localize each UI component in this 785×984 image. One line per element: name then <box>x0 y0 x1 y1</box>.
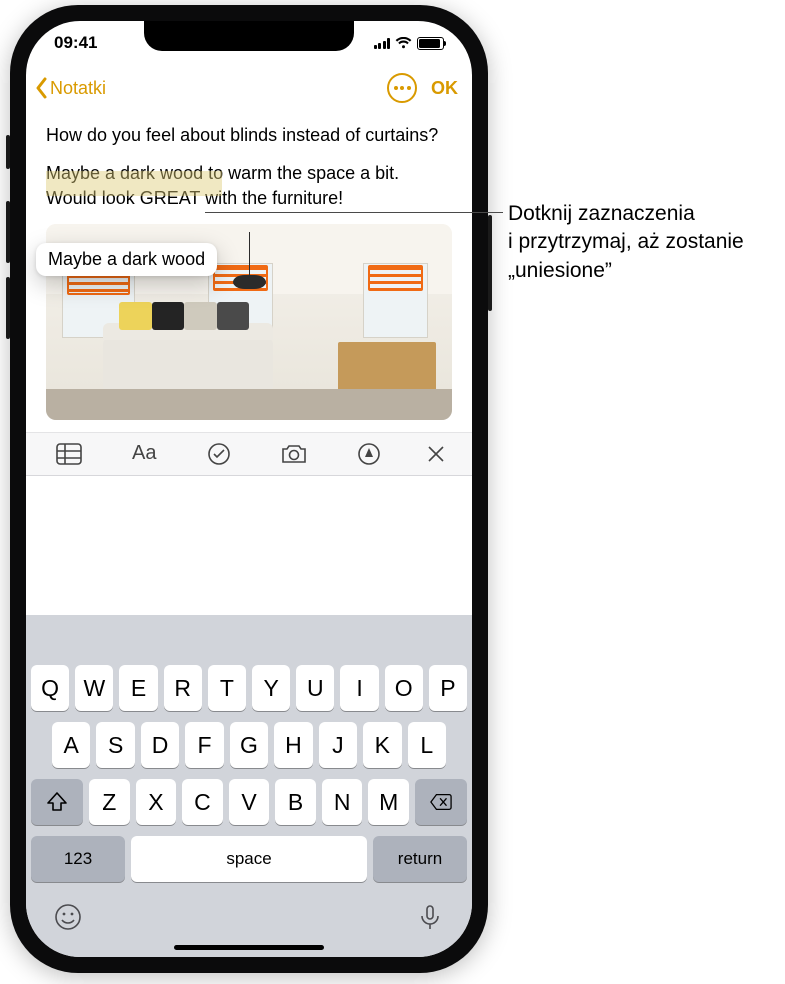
checklist-icon <box>208 443 230 465</box>
keyboard-bottom-bar <box>26 893 472 937</box>
key-g[interactable]: G <box>230 722 268 768</box>
key-r[interactable]: R <box>164 665 202 711</box>
close-icon <box>427 445 445 463</box>
cellular-icon <box>374 38 391 49</box>
key-s[interactable]: S <box>96 722 134 768</box>
back-label: Notatki <box>50 78 106 99</box>
phone-frame: 09:41 Notatki OK <box>10 5 488 973</box>
key-space[interactable]: space <box>131 836 367 882</box>
key-row-1: Q W E R T Y U I O P <box>31 665 467 711</box>
key-o[interactable]: O <box>385 665 423 711</box>
delete-icon <box>430 792 452 812</box>
key-numeric[interactable]: 123 <box>31 836 125 882</box>
key-w[interactable]: W <box>75 665 113 711</box>
callout-leader-line <box>205 212 503 213</box>
camera-icon <box>281 444 307 464</box>
prediction-bar <box>26 619 472 665</box>
notch <box>144 21 354 51</box>
more-button[interactable] <box>387 73 417 103</box>
status-time: 09:41 <box>54 33 97 53</box>
mute-switch <box>6 135 10 169</box>
table-icon <box>56 443 82 465</box>
key-e[interactable]: E <box>119 665 157 711</box>
key-z[interactable]: Z <box>89 779 130 825</box>
shift-icon <box>46 792 68 812</box>
key-l[interactable]: L <box>408 722 446 768</box>
key-delete[interactable] <box>415 779 467 825</box>
key-a[interactable]: A <box>52 722 90 768</box>
text-format-icon: Aa <box>132 442 156 465</box>
emoji-button[interactable] <box>54 903 82 931</box>
markup-icon <box>358 443 380 465</box>
key-p[interactable]: P <box>429 665 467 711</box>
key-x[interactable]: X <box>136 779 177 825</box>
text-format-button[interactable]: Aa <box>107 442 182 465</box>
lifted-selection-bubble[interactable]: Maybe a dark wood <box>36 243 217 276</box>
wifi-icon <box>395 37 412 49</box>
back-button[interactable]: Notatki <box>34 77 106 99</box>
key-t[interactable]: T <box>208 665 246 711</box>
volume-down-button <box>6 277 10 339</box>
key-v[interactable]: V <box>229 779 270 825</box>
annotation-callout: Dotknij zaznaczenia i przytrzymaj, aż zo… <box>508 200 768 285</box>
key-row-2: A S D F G H J K L <box>31 722 467 768</box>
key-m[interactable]: M <box>368 779 409 825</box>
screen: 09:41 Notatki OK <box>26 21 472 957</box>
text-selection-highlight[interactable] <box>46 171 222 196</box>
key-shift[interactable] <box>31 779 83 825</box>
close-toolbar-button[interactable] <box>406 445 466 463</box>
key-h[interactable]: H <box>274 722 312 768</box>
key-row-4: 123 space return <box>31 836 467 882</box>
key-k[interactable]: K <box>363 722 401 768</box>
side-button <box>488 215 492 311</box>
note-paragraph-1[interactable]: How do you feel about blinds instead of … <box>46 123 452 147</box>
chevron-left-icon <box>34 77 48 99</box>
key-q[interactable]: Q <box>31 665 69 711</box>
dictation-button[interactable] <box>416 903 444 931</box>
key-n[interactable]: N <box>322 779 363 825</box>
key-return[interactable]: return <box>373 836 467 882</box>
key-i[interactable]: I <box>340 665 378 711</box>
key-b[interactable]: B <box>275 779 316 825</box>
nav-bar: Notatki OK <box>26 65 472 111</box>
key-c[interactable]: C <box>182 779 223 825</box>
key-u[interactable]: U <box>296 665 334 711</box>
ellipsis-icon <box>394 86 398 90</box>
key-f[interactable]: F <box>185 722 223 768</box>
volume-up-button <box>6 201 10 263</box>
camera-button[interactable] <box>256 444 331 464</box>
key-row-3: Z X C V B N M <box>31 779 467 825</box>
key-y[interactable]: Y <box>252 665 290 711</box>
keyboard: Q W E R T Y U I O P A S D <box>26 615 472 957</box>
done-button[interactable]: OK <box>431 78 458 99</box>
markup-button[interactable] <box>331 443 406 465</box>
format-toolbar: Aa <box>26 432 472 476</box>
home-indicator[interactable] <box>174 945 324 950</box>
key-d[interactable]: D <box>141 722 179 768</box>
battery-icon <box>417 37 444 50</box>
key-j[interactable]: J <box>319 722 357 768</box>
checklist-button[interactable] <box>182 443 257 465</box>
table-button[interactable] <box>32 443 107 465</box>
